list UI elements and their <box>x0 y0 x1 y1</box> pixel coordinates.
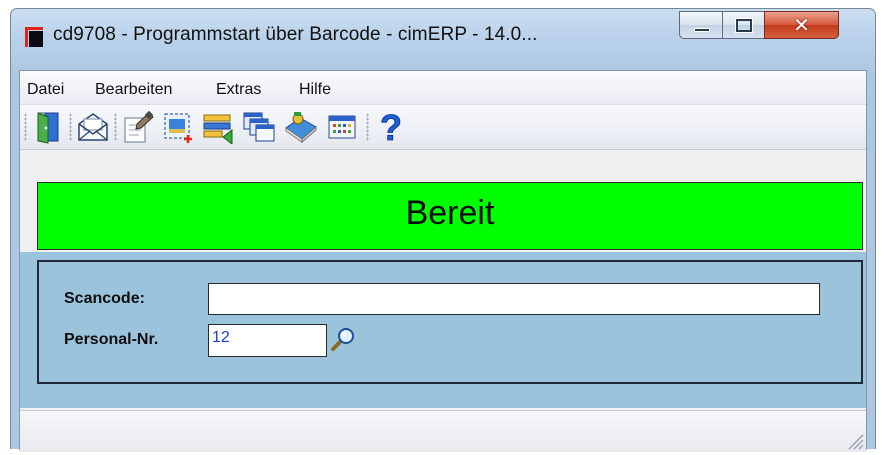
window-title: cd9708 - Programmstart über Barcode - ci… <box>53 24 538 45</box>
mail-button[interactable] <box>76 110 110 144</box>
application-window: cd9708 - Programmstart über Barcode - ci… <box>10 8 876 452</box>
resize-grip-icon[interactable] <box>844 430 864 450</box>
edit-document-icon <box>124 110 154 143</box>
scancode-label: Scancode: <box>64 290 145 307</box>
scan-form-area: Scancode: Personal-Nr. 12 <box>20 252 866 408</box>
edit-button[interactable] <box>121 110 155 144</box>
windows-button[interactable] <box>242 110 276 144</box>
new-record-button[interactable] <box>161 110 195 144</box>
help-question-icon: ? <box>380 110 403 144</box>
new-record-icon <box>164 113 192 143</box>
title-bar[interactable]: cd9708 - Programmstart über Barcode - ci… <box>11 9 875 69</box>
close-icon: ✕ <box>793 13 810 37</box>
close-button[interactable]: ✕ <box>764 11 839 39</box>
personal-nr-label: Personal-Nr. <box>64 331 159 348</box>
exit-door-icon <box>37 112 59 144</box>
calendar-button[interactable] <box>325 110 359 144</box>
maximize-button[interactable] <box>722 11 765 39</box>
scan-groupbox: Scancode: Personal-Nr. 12 <box>37 260 863 384</box>
exit-button[interactable] <box>31 110 65 144</box>
transfer-button[interactable] <box>201 110 235 144</box>
app-logo-icon[interactable] <box>25 27 43 47</box>
menu-datei[interactable]: Datei <box>27 81 64 99</box>
maximize-icon <box>735 18 753 33</box>
scancode-input[interactable] <box>208 283 820 315</box>
book-help-icon <box>285 112 317 144</box>
menu-hilfe[interactable]: Hilfe <box>299 81 331 99</box>
transfer-list-icon <box>203 114 233 144</box>
svg-text:?: ? <box>380 110 402 144</box>
client-area: Datei Bearbeiten Extras Hilfe ? Bereit S… <box>19 70 867 452</box>
status-bar <box>20 410 866 452</box>
magnifier-icon[interactable] <box>329 325 357 353</box>
minimize-button[interactable] <box>679 11 723 39</box>
calendar-grid-icon <box>328 115 356 139</box>
status-panel: Bereit <box>37 182 863 250</box>
menu-bearbeiten[interactable]: Bearbeiten <box>95 81 172 99</box>
help-button[interactable]: ? <box>374 110 408 144</box>
toolbar-separator <box>366 113 369 141</box>
personal-nr-value: 12 <box>212 329 230 346</box>
toolbar: ? <box>20 105 866 150</box>
personal-nr-input[interactable]: 12 <box>208 324 327 357</box>
toolbar-separator <box>69 113 72 141</box>
help-book-button[interactable] <box>284 110 318 144</box>
minimize-icon <box>694 28 710 32</box>
menu-bar: Datei Bearbeiten Extras Hilfe <box>20 71 866 105</box>
menu-extras[interactable]: Extras <box>216 81 261 99</box>
toolbar-grip[interactable] <box>24 113 27 141</box>
toolbar-separator <box>114 113 117 141</box>
windows-cascade-icon <box>243 112 275 142</box>
status-text: Bereit <box>405 194 495 232</box>
mail-envelope-icon <box>78 113 108 141</box>
